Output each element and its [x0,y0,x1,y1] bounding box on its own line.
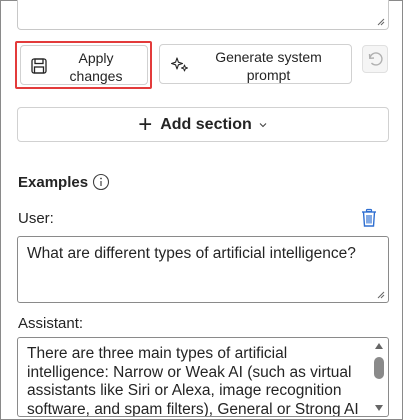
examples-heading: Examples [18,174,89,191]
save-icon [31,58,47,74]
scroll-up-arrow-icon[interactable] [375,343,383,349]
user-message-input[interactable]: What are different types of artificial i… [17,236,389,303]
assistant-message-text: There are three main types of artificial… [27,345,359,417]
resize-grip-icon[interactable] [377,291,385,299]
info-icon[interactable] [92,173,110,191]
system-message-textarea[interactable] [17,0,389,30]
assistant-label: Assistant: [18,315,84,332]
scroll-thumb[interactable] [374,357,384,379]
chevron-down-icon [259,122,267,127]
sparkle-icon [171,57,188,72]
user-label: User: [18,210,54,227]
scrollbar[interactable] [373,341,385,413]
trash-icon[interactable] [360,208,378,228]
undo-button[interactable] [362,45,388,73]
plus-icon: + [138,110,153,138]
apply-changes-button[interactable]: Apply changes [20,45,148,85]
generate-system-prompt-label: Generate system prompt [215,49,322,83]
scroll-down-arrow-icon[interactable] [375,405,383,411]
assistant-message-input[interactable]: There are three main types of artificial… [17,337,389,417]
user-message-text: What are different types of artificial i… [27,245,356,262]
add-section-button[interactable]: + Add section [17,107,389,142]
apply-changes-label: Apply changes [69,50,123,84]
undo-icon [368,52,383,66]
generate-system-prompt-button[interactable]: Generate system prompt [159,44,352,84]
resize-grip-icon[interactable] [377,18,385,26]
add-section-label: Add section [160,115,252,133]
